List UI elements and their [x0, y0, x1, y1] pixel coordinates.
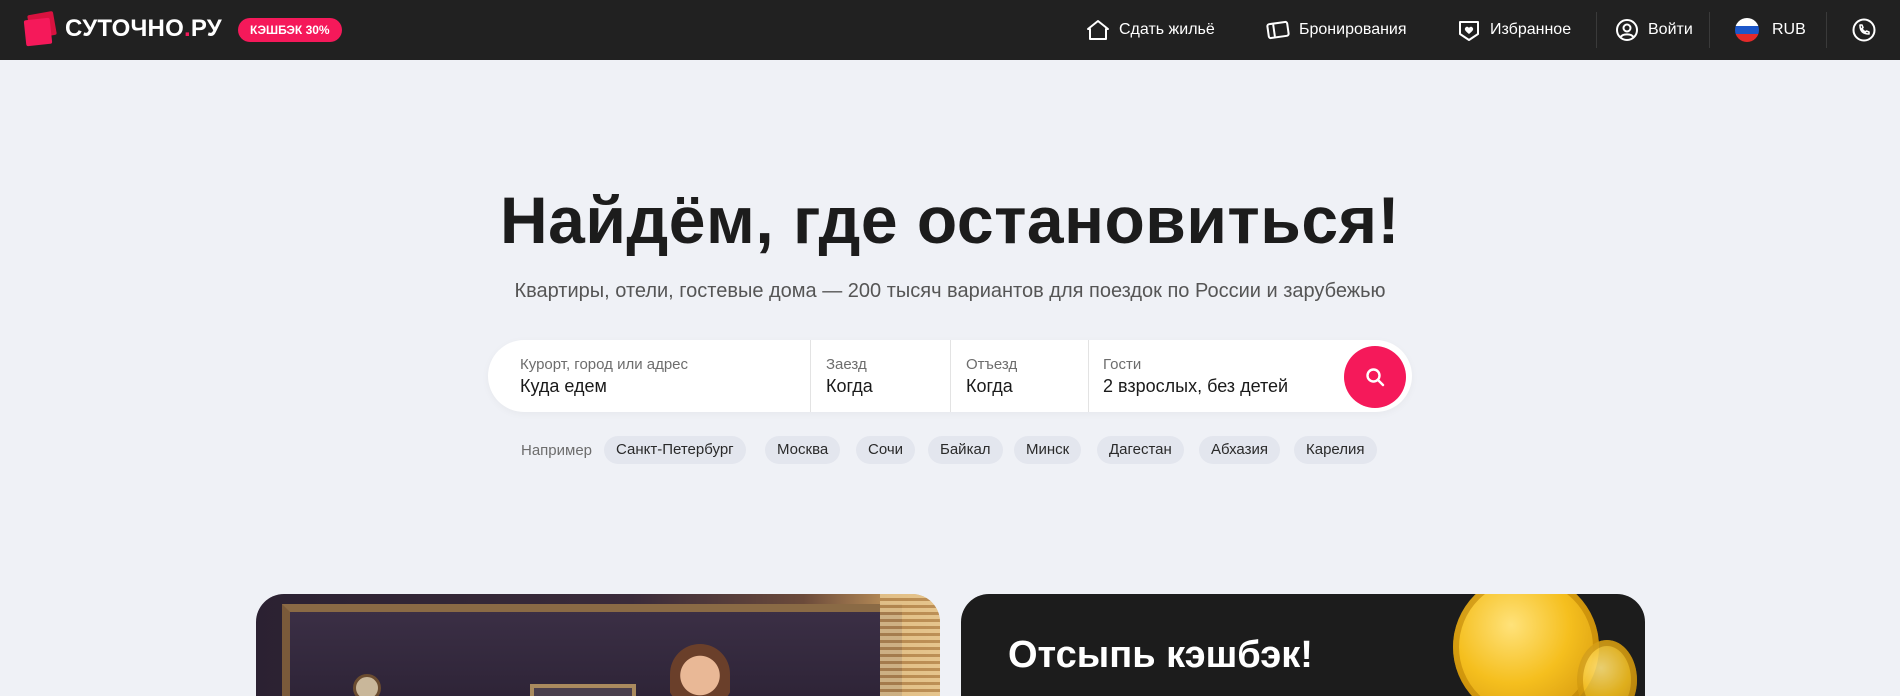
search-form: Курорт, город или адрес Куда едем Заезд … [488, 340, 1412, 412]
heart-icon [1459, 21, 1479, 41]
login-label: Войти [1648, 21, 1693, 38]
example-chip[interactable]: Абхазия [1199, 436, 1280, 464]
person-photo [670, 644, 730, 696]
picture-frame-decoration [530, 684, 636, 696]
checkout-field[interactable]: Отъезд Когда [950, 340, 1088, 412]
search-icon [1366, 368, 1385, 387]
bookings-label: Бронирования [1299, 21, 1407, 38]
logo-text: СУТОЧНО.РУ [65, 15, 222, 42]
phone-icon [1852, 18, 1876, 42]
guests-label: Гости [1103, 356, 1142, 373]
promo-cashback-title: Отсыпь кэшбэк! [1008, 634, 1313, 676]
russia-flag-icon [1735, 18, 1759, 42]
examples-label: Например [521, 442, 593, 459]
page-title: Найдём, где остановиться! [499, 183, 1401, 257]
ticket-icon [1266, 20, 1290, 40]
house-icon [1087, 20, 1109, 40]
example-chip[interactable]: Дагестан [1097, 436, 1184, 464]
guests-input[interactable]: 2 взрослых, без детей [1103, 376, 1288, 397]
promo-card-cashback[interactable]: Отсыпь кэшбэк! [961, 594, 1645, 696]
destination-input[interactable]: Куда едем [520, 376, 607, 397]
search-button[interactable] [1344, 346, 1406, 408]
currency-label: RUB [1772, 21, 1806, 38]
guests-field[interactable]: Гости 2 взрослых, без детей [1088, 340, 1338, 412]
nav-divider [1826, 12, 1827, 48]
cashback-badge[interactable]: КЭШБЭК 30% [238, 18, 342, 42]
checkin-input[interactable]: Когда [826, 376, 873, 397]
user-icon [1616, 19, 1638, 41]
top-header: СУТОЧНО.РУ КЭШБЭК 30% Сдать жильё Бронир… [0, 0, 1900, 60]
nav-divider [1596, 12, 1597, 48]
example-chip[interactable]: Санкт-Петербург [604, 436, 746, 464]
rent-out-label: Сдать жильё [1119, 21, 1215, 38]
clock-decoration [353, 674, 381, 696]
logo[interactable]: СУТОЧНО.РУ [23, 10, 222, 47]
checkout-input[interactable]: Когда [966, 376, 1013, 397]
example-chip[interactable]: Карелия [1294, 436, 1377, 464]
example-chip[interactable]: Москва [765, 436, 841, 464]
rent-out-link[interactable]: Сдать жильё [1085, 0, 1215, 60]
example-chip[interactable]: Сочи [856, 436, 916, 464]
promo-card-photo[interactable] [256, 594, 940, 696]
checkout-label: Отъезд [966, 356, 1018, 373]
example-chip[interactable]: Минск [1014, 436, 1082, 464]
login-link[interactable]: Войти [1614, 0, 1693, 60]
nav-divider [1709, 12, 1710, 48]
currency-selector[interactable]: RUB [1735, 0, 1806, 60]
destination-field[interactable]: Курорт, город или адрес Куда едем [488, 340, 810, 412]
bookings-link[interactable]: Бронирования [1265, 0, 1407, 60]
favorites-label: Избранное [1490, 21, 1572, 38]
checkin-field[interactable]: Заезд Когда [810, 340, 950, 412]
example-destinations: Например Санкт-Петербург Москва Сочи Бай… [0, 436, 1900, 464]
favorites-link[interactable]: Избранное [1456, 0, 1571, 60]
window-blinds-decoration [880, 594, 940, 696]
logo-icon [23, 10, 57, 47]
support-phone-button[interactable] [1851, 0, 1885, 60]
destination-label: Курорт, город или адрес [520, 356, 689, 373]
page-subtitle: Квартиры, отели, гостевые дома — 200 тыс… [514, 280, 1386, 302]
checkin-label: Заезд [826, 356, 867, 373]
example-chip[interactable]: Байкал [928, 436, 1003, 464]
